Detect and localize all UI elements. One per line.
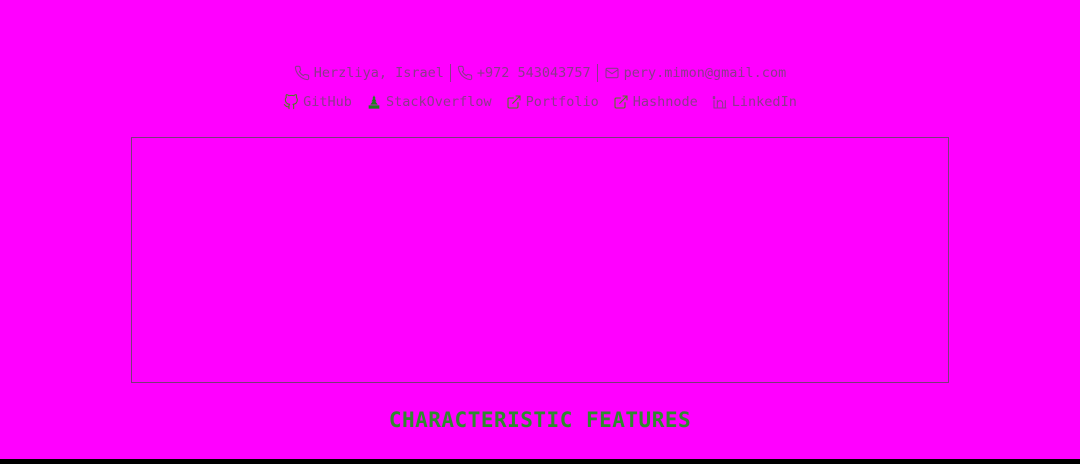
bottom-bar bbox=[0, 459, 1080, 464]
stackoverflow-link[interactable]: StackOverflow bbox=[366, 94, 492, 110]
github-link[interactable]: GitHub bbox=[283, 94, 352, 110]
contact-info-row: Herzliya, Israel +972 543043757 pery.mim… bbox=[0, 63, 1080, 83]
github-label: GitHub bbox=[303, 94, 352, 110]
linkedin-label: LinkedIn bbox=[731, 94, 797, 110]
phone-text: +972 543043757 bbox=[476, 65, 591, 81]
external-link-icon bbox=[506, 94, 522, 110]
email-text: pery.mimon@gmail.com bbox=[623, 65, 787, 81]
social-links-row: GitHub StackOverflow Portfolio Hashnode … bbox=[0, 92, 1080, 112]
email-link[interactable]: pery.mimon@gmail.com bbox=[604, 65, 787, 81]
divider bbox=[596, 64, 598, 82]
external-link-icon bbox=[613, 94, 629, 110]
linkedin-link[interactable]: LinkedIn bbox=[712, 94, 797, 110]
section-title: CHARACTERISTIC FEATURES bbox=[388, 408, 692, 432]
divider bbox=[449, 64, 451, 82]
stackoverflow-icon bbox=[366, 94, 382, 110]
location-text: Herzliya, Israel bbox=[313, 65, 444, 81]
content-frame bbox=[131, 137, 949, 383]
hashnode-label: Hashnode bbox=[632, 94, 698, 110]
portfolio-label: Portfolio bbox=[525, 94, 599, 110]
location-item: Herzliya, Israel bbox=[294, 65, 444, 81]
mail-icon bbox=[604, 65, 620, 81]
phone-icon bbox=[457, 65, 473, 81]
github-icon bbox=[283, 94, 299, 110]
stackoverflow-label: StackOverflow bbox=[385, 94, 492, 110]
portfolio-link[interactable]: Portfolio bbox=[506, 94, 599, 110]
hashnode-link[interactable]: Hashnode bbox=[613, 94, 698, 110]
phone-link[interactable]: +972 543043757 bbox=[457, 65, 591, 81]
phone-icon bbox=[294, 65, 310, 81]
linkedin-icon bbox=[712, 94, 728, 110]
